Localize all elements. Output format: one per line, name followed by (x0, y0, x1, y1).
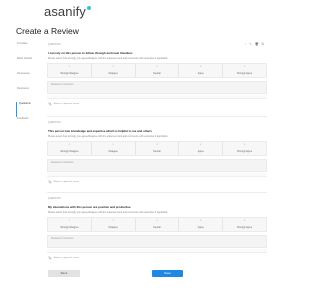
rating-number: 2 (112, 66, 114, 68)
rating-scale: 1 Strongly Disagree 2 Disagree 3 Neutral 4 A… (47, 63, 267, 78)
rating-label: Strongly Disagree (60, 227, 79, 229)
rating-label: Strongly Agree (237, 227, 253, 229)
rating-number: 1 (68, 220, 70, 222)
attach-icon: 📎 (48, 256, 52, 260)
rating-label: Strongly Disagree (60, 151, 79, 153)
back-button[interactable]: Back (48, 270, 80, 277)
sidebar-item-reviewers[interactable]: Reviewers (16, 87, 42, 102)
rating-label: Agree (197, 151, 204, 153)
rating-option[interactable]: 4 Agree (179, 218, 224, 231)
question-text: This person has knowledge and expertise … (48, 129, 152, 133)
rating-scale: 1 Strongly Disagree 2 Disagree 3 Neutral 4 A… (47, 217, 267, 232)
divider (47, 116, 267, 117)
rating-number: 1 (68, 66, 70, 68)
delete-icon[interactable]: 🗑 (255, 42, 259, 46)
question-text: I can rely on this person to follow thro… (48, 51, 133, 55)
attach-label: Attach or upload to review (53, 103, 80, 105)
question-card: QUESTION ↕ ✎ 🗑 ⎘ I can rely on this pers… (47, 42, 267, 106)
attach-link[interactable]: 📎 Attach or upload to review (47, 180, 267, 184)
rating-option[interactable]: 3 Neutral (136, 218, 180, 231)
rating-number: 4 (200, 220, 202, 222)
attach-link[interactable]: 📎 Attach or upload to review (47, 256, 267, 260)
rating-label: Neutral (153, 73, 161, 75)
question-label: QUESTION (48, 43, 61, 46)
rating-label: Neutral (153, 227, 161, 229)
move-icon[interactable]: ↕ (245, 42, 247, 46)
reviewer-comment-field[interactable]: Reviewer's comments (47, 81, 267, 94)
question-card: QUESTION My interactions with this perso… (47, 196, 267, 260)
rating-option[interactable]: 5 Strongly Agree (223, 218, 266, 231)
question-card: QUESTION This person has knowledge and e… (47, 120, 267, 184)
rating-scale: 1 Strongly Disagree 2 Disagree 3 Neutral 4 A… (47, 141, 267, 156)
rating-option[interactable]: 1 Strongly Disagree (48, 64, 92, 77)
attach-icon: 📎 (48, 102, 52, 106)
sidebar-item-questions[interactable]: Questions (16, 102, 42, 117)
rating-option[interactable]: 2 Disagree (92, 218, 136, 231)
rating-option[interactable]: 3 Neutral (136, 64, 180, 77)
edit-icon[interactable]: ✎ (249, 42, 252, 46)
logo-text: asanify (44, 4, 86, 19)
rating-number: 4 (200, 66, 202, 68)
reviewer-comment-field[interactable]: Reviewer's comments (47, 159, 267, 172)
reviewer-comment-field[interactable]: Reviewer's comments (47, 235, 267, 248)
sidebar-item-reviewees[interactable]: Reviewees (16, 72, 42, 87)
save-button[interactable]: Save (152, 270, 183, 277)
copy-icon[interactable]: ⎘ (262, 42, 264, 46)
question-text: My interactions with this person are pos… (48, 205, 131, 209)
rating-option[interactable]: 1 Strongly Disagree (48, 218, 92, 231)
app-logo: asanify (44, 5, 91, 19)
rating-number: 5 (243, 144, 246, 146)
page-title: Create a Review (16, 26, 79, 36)
rating-label: Neutral (153, 151, 161, 153)
attach-icon: 📎 (48, 180, 52, 184)
rating-label: Strongly Agree (237, 151, 253, 153)
rating-option[interactable]: 2 Disagree (92, 142, 136, 155)
rating-option[interactable]: 4 Agree (179, 142, 224, 155)
rating-option[interactable]: 5 Strongly Agree (223, 142, 266, 155)
rating-option[interactable]: 1 Strongly Disagree (48, 142, 92, 155)
rating-label: Disagree (108, 73, 118, 75)
sidebar-item-basic-details[interactable]: Basic Details (16, 57, 42, 72)
question-label: QUESTION (48, 197, 61, 200)
rating-option[interactable]: 3 Neutral (136, 142, 180, 155)
rating-label: Disagree (108, 151, 118, 153)
rating-label: Agree (197, 227, 204, 229)
rating-option[interactable]: 4 Agree (179, 64, 224, 77)
attach-label: Attach or upload to review (53, 257, 80, 259)
rating-number: 3 (156, 66, 158, 68)
rating-number: 5 (243, 220, 246, 222)
comment-toolbar (47, 173, 267, 177)
question-hint: Please select how strongly you agree/dis… (48, 135, 168, 138)
rating-number: 2 (112, 144, 114, 146)
rating-number: 4 (200, 144, 202, 146)
attach-link[interactable]: 📎 Attach or upload to review (47, 102, 267, 106)
question-hint: Please select how strongly you agree/dis… (48, 57, 168, 60)
rating-number: 2 (112, 220, 114, 222)
rating-option[interactable]: 2 Disagree (92, 64, 136, 77)
divider (47, 192, 267, 193)
rating-number: 1 (68, 144, 70, 146)
rating-number: 3 (156, 144, 158, 146)
rating-label: Strongly Agree (237, 73, 253, 75)
sidebar-item-template[interactable]: Template (16, 42, 42, 57)
question-label: QUESTION (48, 121, 61, 124)
rating-label: Strongly Disagree (60, 73, 79, 75)
comment-toolbar (47, 249, 267, 253)
rating-label: Agree (197, 73, 204, 75)
rating-number: 5 (243, 66, 246, 68)
comment-toolbar (47, 95, 267, 99)
sidebar: Template Basic Details Reviewees Reviewe… (16, 42, 42, 132)
rating-option[interactable]: 5 Strongly Agree (223, 64, 266, 77)
rating-number: 3 (156, 220, 158, 222)
logo-dot-icon (86, 6, 91, 10)
rating-label: Disagree (108, 227, 118, 229)
sidebar-item-feedback[interactable]: Feedback (16, 117, 42, 132)
question-hint: Please select how strongly you agree/dis… (48, 211, 168, 214)
attach-label: Attach or upload to review (53, 181, 80, 183)
